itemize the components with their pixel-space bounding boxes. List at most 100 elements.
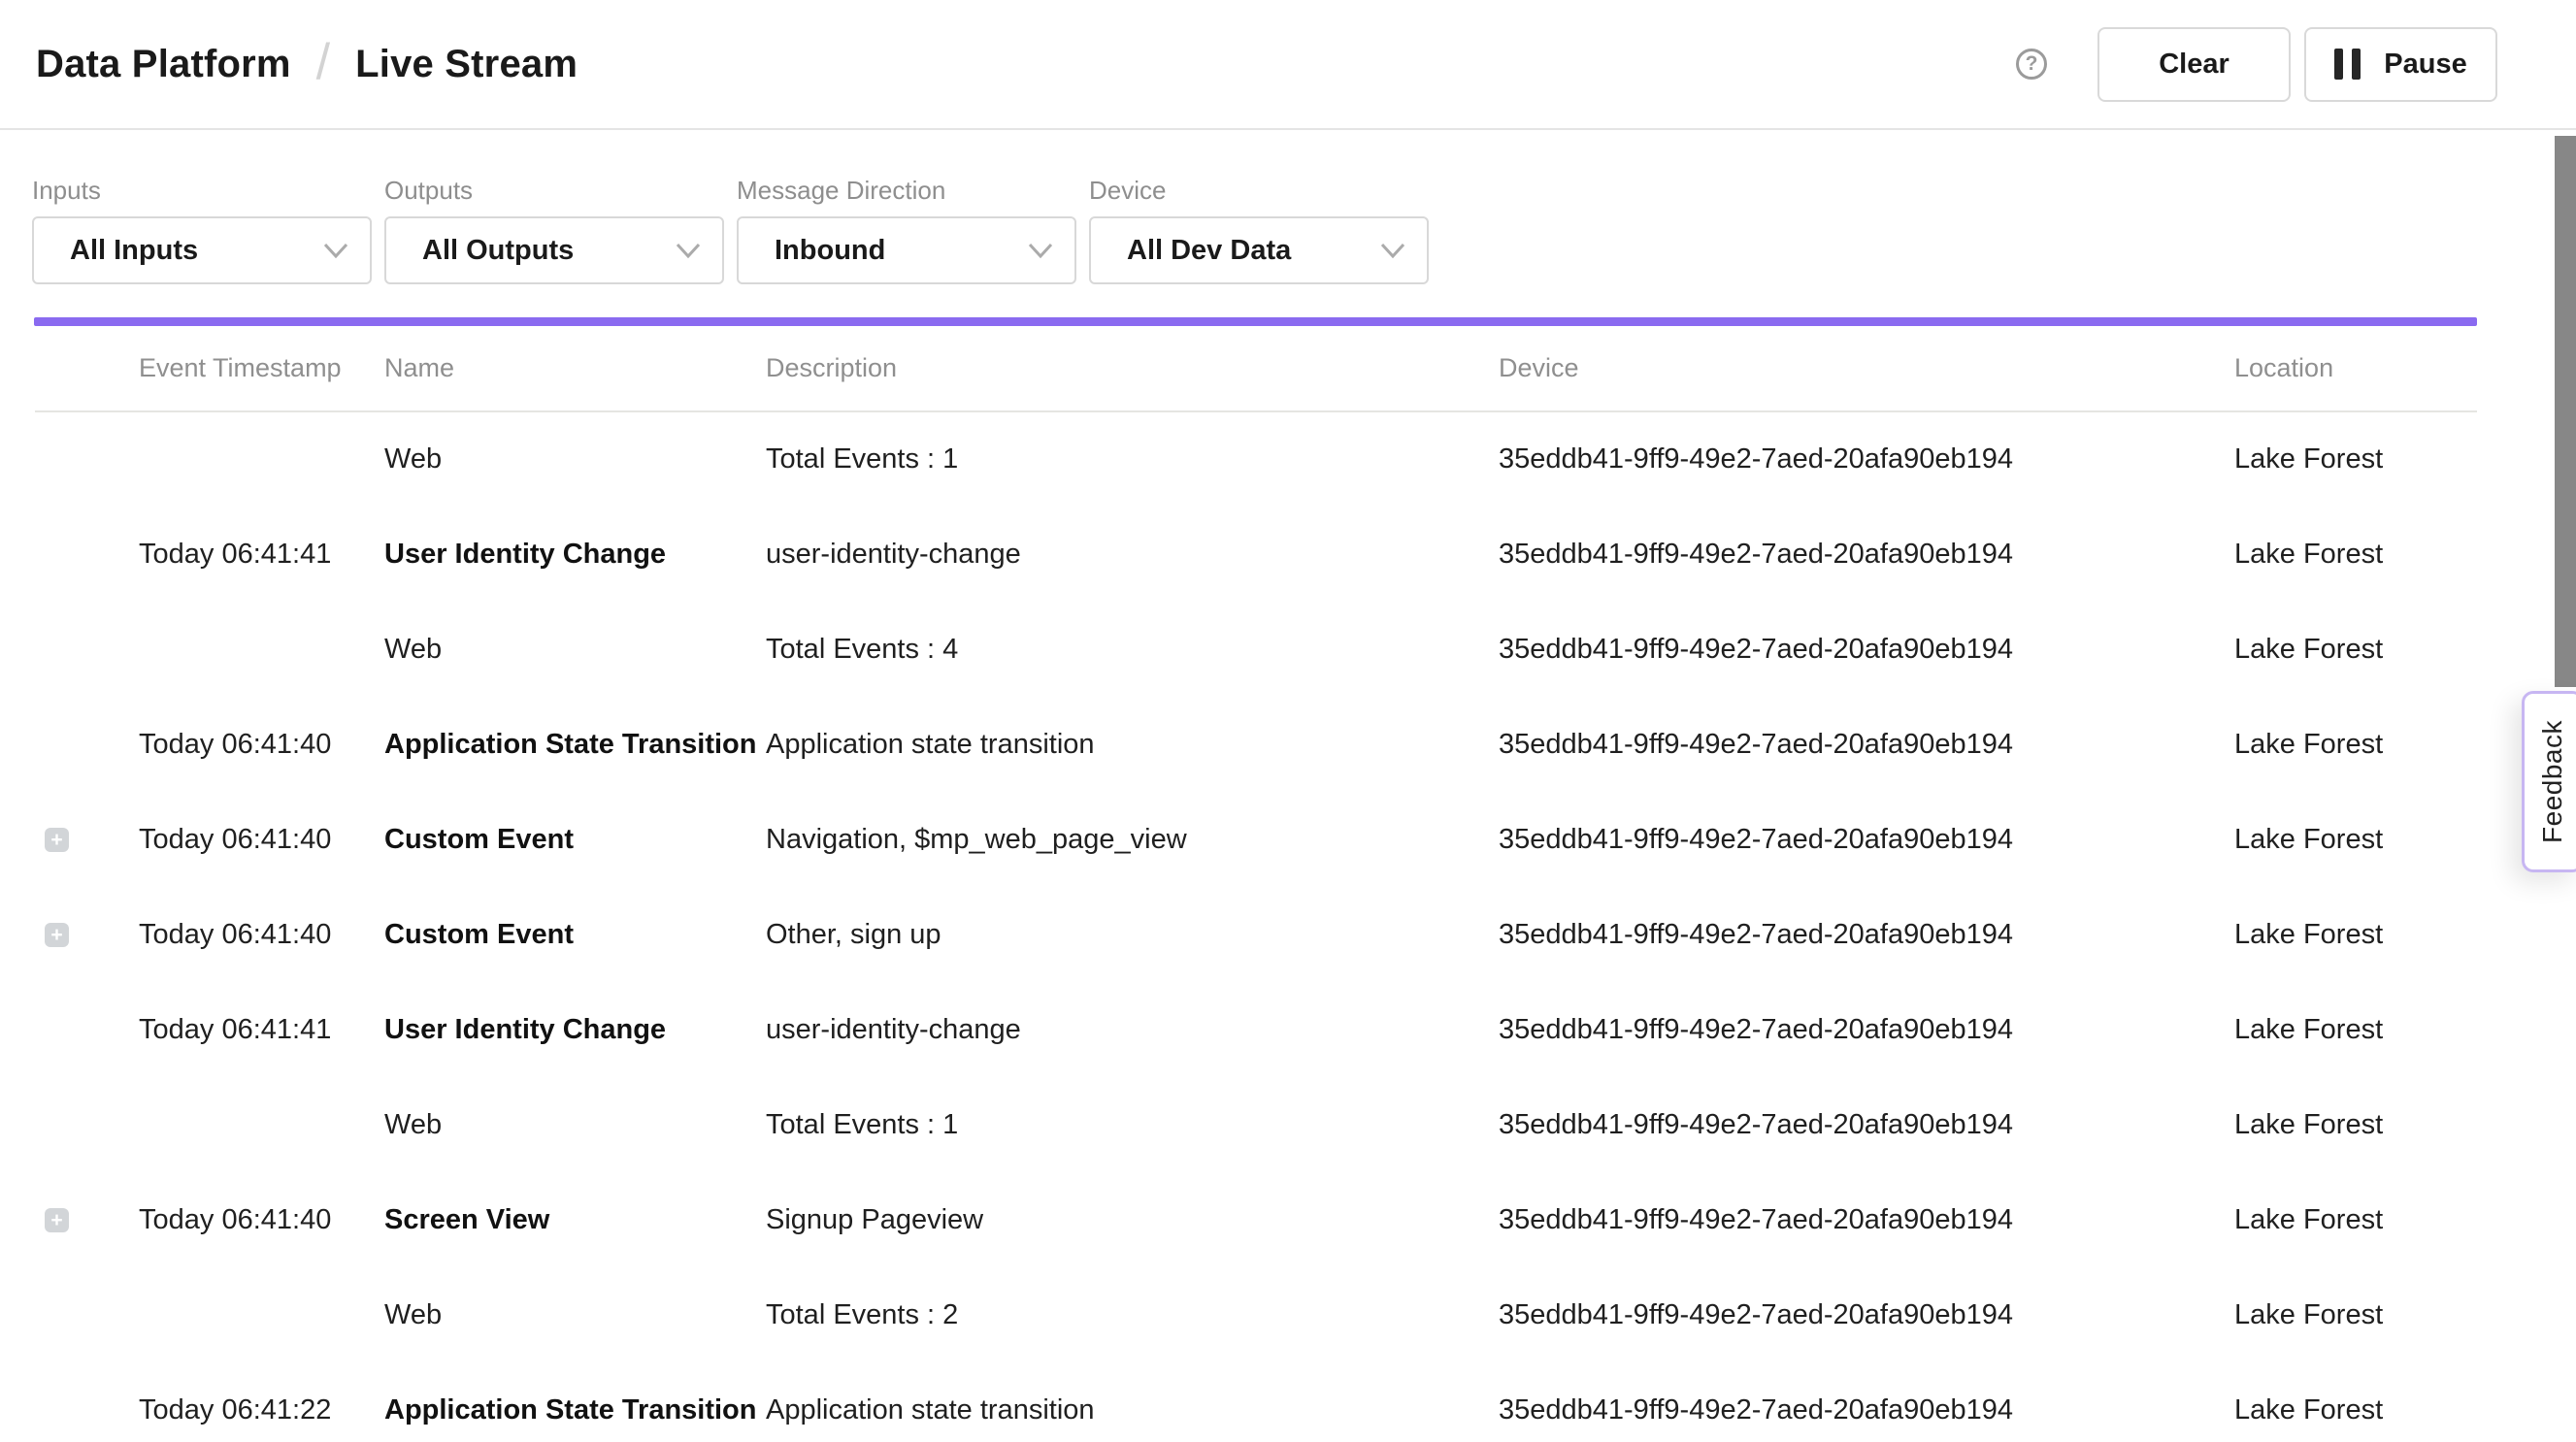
help-icon[interactable]: ? [2016, 49, 2047, 80]
table-row[interactable]: WebTotal Events : 135eddb41-9ff9-49e2-7a… [35, 411, 2477, 507]
event-description-cell: Total Events : 2 [766, 1267, 1499, 1362]
event-device-cell: 35eddb41-9ff9-49e2-7aed-20afa90eb194 [1499, 697, 2234, 792]
expand-row-icon[interactable]: + [45, 923, 69, 947]
table-row[interactable]: Today 06:41:41User Identity Changeuser-i… [35, 982, 2477, 1077]
pause-icon [2334, 49, 2361, 80]
event-timestamp-cell: Today 06:41:40 [139, 887, 384, 982]
event-name-cell: Web [384, 602, 766, 697]
event-name-cell: Web [384, 1077, 766, 1172]
expand-cell [35, 411, 139, 507]
expand-cell: + [35, 1172, 139, 1267]
vertical-scrollbar-thumb[interactable] [2555, 136, 2576, 687]
event-location-cell: Lake Forest [2234, 792, 2477, 887]
table-header-row: Event Timestamp Name Description Device … [35, 326, 2477, 411]
event-name-cell: Custom Event [384, 887, 766, 982]
outputs-select[interactable]: All Outputs [384, 216, 724, 284]
event-location-cell: Lake Forest [2234, 697, 2477, 792]
breadcrumb-separator-icon: / [316, 33, 330, 91]
event-name-cell: User Identity Change [384, 507, 766, 602]
breadcrumb-current: Live Stream [355, 43, 578, 86]
expand-cell [35, 982, 139, 1077]
event-name-cell: Web [384, 411, 766, 507]
event-device-cell: 35eddb41-9ff9-49e2-7aed-20afa90eb194 [1499, 1267, 2234, 1362]
event-location-cell: Lake Forest [2234, 1172, 2477, 1267]
device-select[interactable]: All Dev Data [1089, 216, 1429, 284]
filter-inputs: Inputs All Inputs [32, 176, 372, 284]
column-header-event-timestamp: Event Timestamp [139, 326, 384, 411]
pause-button[interactable]: Pause [2304, 27, 2497, 102]
event-device-cell: 35eddb41-9ff9-49e2-7aed-20afa90eb194 [1499, 792, 2234, 887]
expand-cell [35, 697, 139, 792]
table-row[interactable]: + Today 06:41:40Custom EventOther, sign u… [35, 887, 2477, 982]
event-location-cell: Lake Forest [2234, 887, 2477, 982]
live-stream-progress-bar [34, 317, 2477, 326]
table-row[interactable]: +Today 06:41:40Custom EventNavigation, $… [35, 792, 2477, 887]
event-name-cell: Application State Transition [384, 697, 766, 792]
column-header-location: Location [2234, 326, 2477, 411]
filter-inputs-label: Inputs [32, 176, 372, 205]
expand-cell [35, 1362, 139, 1442]
filter-device-label: Device [1089, 176, 1429, 205]
event-timestamp-cell [139, 1267, 384, 1362]
event-table-body: WebTotal Events : 135eddb41-9ff9-49e2-7a… [35, 411, 2477, 1442]
event-timestamp-cell: Today 06:41:40 [139, 697, 384, 792]
table-row[interactable]: WebTotal Events : 135eddb41-9ff9-49e2-7a… [35, 1077, 2477, 1172]
chevron-down-icon [323, 243, 348, 259]
expand-cell [35, 602, 139, 697]
breadcrumb: Data Platform / Live Stream [36, 35, 578, 93]
event-location-cell: Lake Forest [2234, 982, 2477, 1077]
event-location-cell: Lake Forest [2234, 1267, 2477, 1362]
table-row[interactable]: WebTotal Events : 235eddb41-9ff9-49e2-7a… [35, 1267, 2477, 1362]
event-description-cell: Total Events : 1 [766, 1077, 1499, 1172]
event-name-cell: Web [384, 1267, 766, 1362]
pause-button-label: Pause [2384, 49, 2466, 81]
expand-cell: + [35, 792, 139, 887]
breadcrumb-section[interactable]: Data Platform [36, 43, 291, 86]
expand-cell [35, 1077, 139, 1172]
table-row[interactable]: Today 06:41:41User Identity Changeuser-i… [35, 507, 2477, 602]
expand-cell: + [35, 887, 139, 982]
chevron-down-icon [1028, 243, 1053, 259]
column-header-device: Device [1499, 326, 2234, 411]
event-device-cell: 35eddb41-9ff9-49e2-7aed-20afa90eb194 [1499, 1077, 2234, 1172]
header-actions: ? Clear Pause [2016, 27, 2497, 102]
event-timestamp-cell [139, 411, 384, 507]
event-timestamp-cell [139, 602, 384, 697]
message-direction-select[interactable]: Inbound [737, 216, 1076, 284]
filter-device: Device All Dev Data [1089, 176, 1429, 284]
feedback-tab-label: Feedback [2537, 720, 2568, 843]
filter-message-direction-label: Message Direction [737, 176, 1076, 205]
filter-message-direction: Message Direction Inbound [737, 176, 1076, 284]
inputs-select[interactable]: All Inputs [32, 216, 372, 284]
filter-outputs: Outputs All Outputs [384, 176, 724, 284]
filters-row: Inputs All Inputs Outputs All Outputs Me… [0, 176, 2576, 284]
event-device-cell: 35eddb41-9ff9-49e2-7aed-20afa90eb194 [1499, 507, 2234, 602]
event-description-cell: user-identity-change [766, 507, 1499, 602]
table-row[interactable]: Today 06:41:22Application State Transiti… [35, 1362, 2477, 1442]
event-location-cell: Lake Forest [2234, 507, 2477, 602]
expand-column-header [35, 326, 139, 411]
chevron-down-icon [676, 243, 701, 259]
event-description-cell: Other, sign up [766, 887, 1499, 982]
chevron-down-icon [1380, 243, 1405, 259]
event-location-cell: Lake Forest [2234, 411, 2477, 507]
expand-row-icon[interactable]: + [45, 1208, 69, 1232]
event-location-cell: Lake Forest [2234, 1077, 2477, 1172]
table-row[interactable]: Today 06:41:40Application State Transiti… [35, 697, 2477, 792]
event-device-cell: 35eddb41-9ff9-49e2-7aed-20afa90eb194 [1499, 887, 2234, 982]
event-location-cell: Lake Forest [2234, 1362, 2477, 1442]
table-row[interactable]: +Today 06:41:40Screen ViewSignup Pagevie… [35, 1172, 2477, 1267]
event-name-cell: Screen View [384, 1172, 766, 1267]
filter-outputs-label: Outputs [384, 176, 724, 205]
table-row[interactable]: WebTotal Events : 435eddb41-9ff9-49e2-7a… [35, 602, 2477, 697]
page-header: Data Platform / Live Stream ? Clear Paus… [0, 0, 2576, 130]
clear-button[interactable]: Clear [2097, 27, 2291, 102]
feedback-tab[interactable]: Feedback [2522, 691, 2576, 872]
event-description-cell: Signup Pageview [766, 1172, 1499, 1267]
event-description-cell: Navigation, $mp_web_page_view [766, 792, 1499, 887]
event-timestamp-cell: Today 06:41:41 [139, 982, 384, 1077]
event-device-cell: 35eddb41-9ff9-49e2-7aed-20afa90eb194 [1499, 1172, 2234, 1267]
event-description-cell: Total Events : 1 [766, 411, 1499, 507]
event-description-cell: Application state transition [766, 1362, 1499, 1442]
expand-row-icon[interactable]: + [45, 828, 69, 852]
